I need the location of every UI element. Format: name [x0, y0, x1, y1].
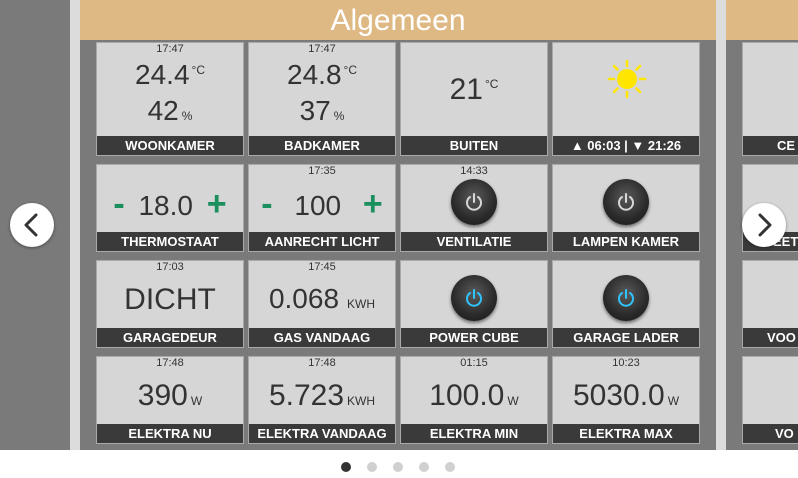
- previous-button[interactable]: [10, 203, 54, 247]
- chevron-right-icon: [758, 213, 772, 237]
- page-dot[interactable]: [419, 462, 429, 472]
- tile-time: 10:23: [612, 357, 640, 369]
- tile-elektra-min[interactable]: 01:15 100.0 W ELEKTRA MIN: [400, 356, 548, 444]
- tile-time: 17:35: [308, 165, 336, 177]
- next-panel-tile[interactable]: CE: [742, 42, 798, 156]
- tile-label: BADKAMER: [249, 136, 395, 155]
- tile-elektra-nu[interactable]: 17:48 390 W ELEKTRA NU: [96, 356, 244, 444]
- power-icon: [618, 289, 634, 307]
- dimmer-control: - 100 +: [261, 185, 383, 223]
- tile-gas-vandaag[interactable]: 17:45 0.068 KWH GAS VANDAAG: [248, 260, 396, 348]
- tile-label: CE: [743, 136, 798, 155]
- tile-elektra-max[interactable]: 10:23 5030.0 W ELEKTRA MAX: [552, 356, 700, 444]
- chevron-left-icon: [24, 213, 38, 237]
- tile-label: POWER CUBE: [401, 328, 547, 347]
- tile-time: 14:33: [460, 165, 488, 177]
- gas-value: 0.068 KWH: [268, 283, 376, 314]
- power-value: 5030.0 W: [572, 379, 680, 412]
- power-button[interactable]: [451, 179, 497, 225]
- right-panel-header: [726, 0, 798, 40]
- sun-times: ▲ 06:03 | ▼ 21:26: [553, 136, 699, 155]
- power-icon: [466, 193, 482, 211]
- tile-label: WOONKAMER: [97, 136, 243, 155]
- tile-buiten[interactable]: 21 °C BUITEN: [400, 42, 548, 156]
- tile-sun[interactable]: ▲ 06:03 | ▼ 21:26: [552, 42, 700, 156]
- thermostat-control: - 18.0 +: [113, 185, 227, 223]
- plus-button[interactable]: +: [363, 185, 383, 223]
- humidity-value: 42%: [147, 95, 193, 126]
- power-button[interactable]: [603, 275, 649, 321]
- tile-garagedeur[interactable]: 17:03 DICHT GARAGEDEUR: [96, 260, 244, 348]
- tile-time: 17:45: [308, 261, 336, 273]
- tile-time: 17:47: [308, 43, 336, 55]
- tile-ventilatie[interactable]: 14:33 VENTILATIE: [400, 164, 548, 252]
- tile-label: VENTILATIE: [401, 232, 547, 251]
- tile-label: VO: [743, 424, 798, 443]
- temperature-value: 24.4 °C: [135, 59, 205, 90]
- door-state: DICHT: [124, 283, 216, 316]
- tile-label: VOO: [743, 328, 798, 347]
- tile-label: GARAGEDEUR: [97, 328, 243, 347]
- power-icon: [618, 193, 634, 211]
- panel-divider: [70, 0, 80, 450]
- tile-time: 17:03: [156, 261, 184, 273]
- tile-time: 01:15: [460, 357, 488, 369]
- tile-label: GAS VANDAAG: [249, 328, 395, 347]
- plus-button[interactable]: +: [207, 185, 227, 223]
- tile-woonkamer[interactable]: 17:47 24.4 °C 42% WOONKAMER: [96, 42, 244, 156]
- tile-lampen-kamer[interactable]: LAMPEN KAMER: [552, 164, 700, 252]
- panel-divider: [716, 0, 726, 450]
- next-button[interactable]: [742, 203, 786, 247]
- tile-time: 17:48: [308, 357, 336, 369]
- tile-label: BUITEN: [401, 136, 547, 155]
- tile-power-cube[interactable]: POWER CUBE: [400, 260, 548, 348]
- power-value: 100.0 W: [429, 379, 519, 412]
- page-dot[interactable]: [341, 462, 351, 472]
- next-panel-tile[interactable]: VOO: [742, 260, 798, 348]
- tile-label: AANRECHT LICHT: [249, 232, 395, 251]
- minus-button[interactable]: -: [261, 185, 272, 223]
- power-button[interactable]: [451, 275, 497, 321]
- tile-time: 17:47: [156, 43, 184, 55]
- tile-garage-lader[interactable]: GARAGE LADER: [552, 260, 700, 348]
- tile-label: GARAGE LADER: [553, 328, 699, 347]
- page-dot[interactable]: [367, 462, 377, 472]
- tile-label: ELEKTRA MAX: [553, 424, 699, 443]
- tile-thermostaat[interactable]: - 18.0 + THERMOSTAAT: [96, 164, 244, 252]
- tile-time: 17:48: [156, 357, 184, 369]
- temperature-value: 24.8 °C: [287, 59, 357, 90]
- next-panel-tile[interactable]: VO: [742, 356, 798, 444]
- humidity-value: 37%: [299, 95, 345, 126]
- power-button[interactable]: [603, 179, 649, 225]
- tile-label: LAMPEN KAMER: [553, 232, 699, 251]
- sun-icon: [607, 59, 647, 99]
- energy-value: 5.723 KWH: [268, 379, 376, 412]
- power-value: 390 W: [137, 379, 203, 412]
- tile-badkamer[interactable]: 17:47 24.8 °C 37% BADKAMER: [248, 42, 396, 156]
- tile-label: ELEKTRA MIN: [401, 424, 547, 443]
- minus-button[interactable]: -: [113, 185, 124, 223]
- page-dot[interactable]: [393, 462, 403, 472]
- tile-label: ELEKTRA VANDAAG: [249, 424, 395, 443]
- page-dot[interactable]: [445, 462, 455, 472]
- page-title: Algemeen: [330, 4, 466, 37]
- tile-label: ELEKTRA NU: [97, 424, 243, 443]
- tile-aanrecht-licht[interactable]: 17:35 - 100 + AANRECHT LICHT: [248, 164, 396, 252]
- temperature-value: 21 °C: [449, 73, 499, 106]
- tile-label: THERMOSTAAT: [97, 232, 243, 251]
- tile-elektra-vandaag[interactable]: 17:48 5.723 KWH ELEKTRA VANDAAG: [248, 356, 396, 444]
- power-icon: [466, 289, 482, 307]
